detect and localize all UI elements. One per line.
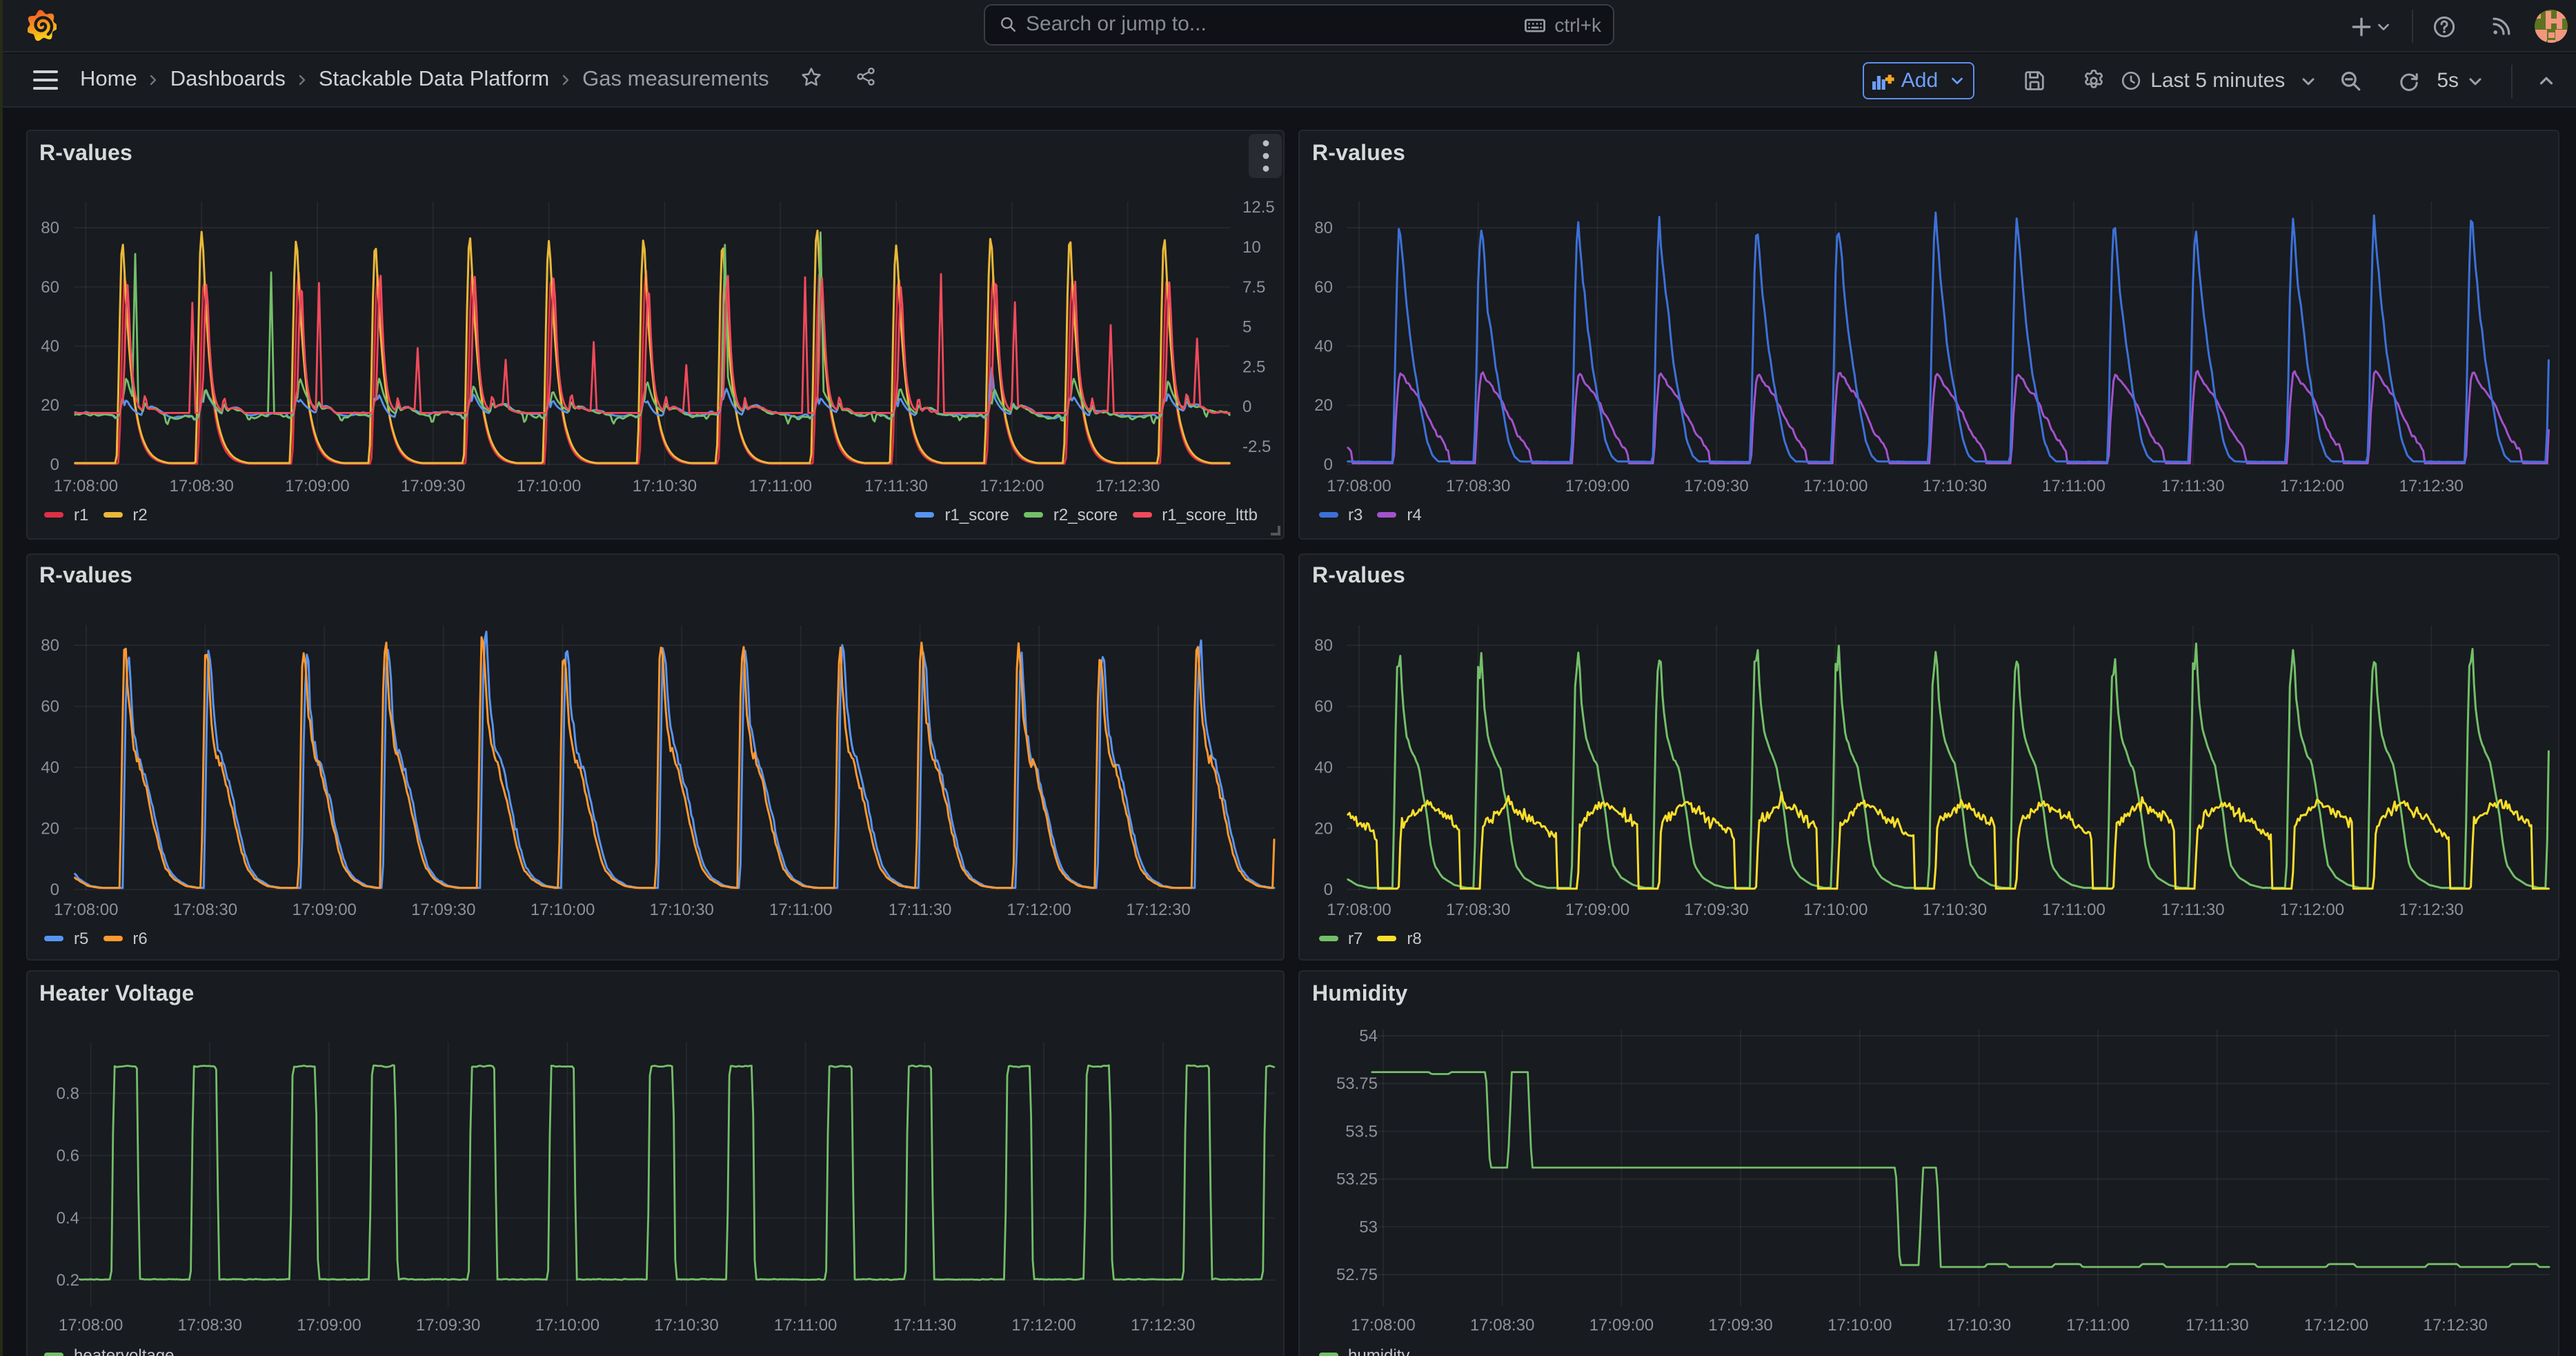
svg-text:0: 0 <box>1324 455 1333 474</box>
svg-text:80: 80 <box>40 636 59 654</box>
svg-text:60: 60 <box>40 697 59 716</box>
svg-text:0: 0 <box>50 880 59 898</box>
svg-text:17:10:00: 17:10:00 <box>530 900 594 918</box>
svg-text:17:08:00: 17:08:00 <box>1327 477 1391 495</box>
svg-text:17:11:00: 17:11:00 <box>748 477 811 495</box>
svg-text:17:12:00: 17:12:00 <box>1006 900 1070 918</box>
svg-text:17:12:30: 17:12:30 <box>1125 900 1189 918</box>
svg-text:0.6: 0.6 <box>56 1147 79 1166</box>
svg-text:17:08:30: 17:08:30 <box>172 900 237 918</box>
svg-text:40: 40 <box>1314 758 1333 776</box>
svg-text:20: 20 <box>1314 818 1333 837</box>
svg-text:2.5: 2.5 <box>1242 357 1265 376</box>
svg-text:17:09:30: 17:09:30 <box>400 477 464 495</box>
svg-text:17:10:30: 17:10:30 <box>1947 1316 2011 1335</box>
svg-text:52.75: 52.75 <box>1336 1266 1378 1284</box>
svg-text:17:08:00: 17:08:00 <box>1327 900 1391 918</box>
svg-text:80: 80 <box>1314 636 1333 654</box>
svg-text:10: 10 <box>1242 238 1260 257</box>
svg-text:60: 60 <box>40 278 59 297</box>
svg-text:17:11:00: 17:11:00 <box>2042 477 2106 495</box>
svg-text:17:12:00: 17:12:00 <box>979 477 1043 495</box>
svg-text:17:08:30: 17:08:30 <box>1446 477 1510 495</box>
svg-text:0.8: 0.8 <box>56 1084 79 1103</box>
svg-text:20: 20 <box>1314 396 1333 415</box>
svg-text:17:11:30: 17:11:30 <box>2186 1316 2249 1335</box>
svg-text:17:12:30: 17:12:30 <box>1130 1316 1194 1335</box>
svg-text:17:08:00: 17:08:00 <box>1351 1316 1415 1335</box>
svg-text:17:08:30: 17:08:30 <box>177 1316 241 1335</box>
svg-text:80: 80 <box>40 219 59 237</box>
svg-text:20: 20 <box>40 396 59 415</box>
svg-text:17:11:00: 17:11:00 <box>773 1316 837 1335</box>
svg-text:5: 5 <box>1242 318 1251 337</box>
svg-text:0: 0 <box>50 455 59 474</box>
svg-text:17:11:30: 17:11:30 <box>2161 900 2225 918</box>
svg-text:17:11:00: 17:11:00 <box>769 900 832 918</box>
svg-text:17:10:00: 17:10:00 <box>535 1316 599 1335</box>
svg-text:0.4: 0.4 <box>56 1209 79 1228</box>
svg-text:17:10:30: 17:10:30 <box>653 1316 717 1335</box>
svg-text:17:08:30: 17:08:30 <box>1446 900 1510 918</box>
svg-text:17:12:30: 17:12:30 <box>2399 900 2463 918</box>
svg-text:17:10:30: 17:10:30 <box>632 477 696 495</box>
svg-text:17:09:00: 17:09:00 <box>1565 900 1629 918</box>
svg-text:17:10:30: 17:10:30 <box>1923 477 1987 495</box>
svg-text:17:12:00: 17:12:00 <box>2280 900 2344 918</box>
svg-text:17:09:00: 17:09:00 <box>291 900 355 918</box>
svg-text:17:12:30: 17:12:30 <box>2423 1316 2487 1335</box>
svg-text:17:11:30: 17:11:30 <box>893 1316 956 1335</box>
svg-text:17:11:30: 17:11:30 <box>864 477 927 495</box>
svg-text:17:09:30: 17:09:30 <box>410 900 475 918</box>
svg-text:17:10:30: 17:10:30 <box>1923 900 1987 918</box>
svg-text:17:08:00: 17:08:00 <box>53 900 117 918</box>
svg-text:17:09:30: 17:09:30 <box>415 1316 479 1335</box>
svg-text:17:11:00: 17:11:00 <box>2042 900 2106 918</box>
svg-text:53.25: 53.25 <box>1336 1170 1378 1189</box>
svg-text:17:10:30: 17:10:30 <box>648 900 713 918</box>
svg-text:17:09:00: 17:09:00 <box>296 1316 360 1335</box>
svg-text:20: 20 <box>40 818 59 837</box>
svg-text:40: 40 <box>40 337 59 356</box>
svg-text:0: 0 <box>1324 880 1333 898</box>
svg-text:17:10:00: 17:10:00 <box>1803 477 1867 495</box>
svg-text:60: 60 <box>1314 697 1333 716</box>
svg-text:17:08:30: 17:08:30 <box>168 477 232 495</box>
svg-text:-2.5: -2.5 <box>1242 438 1270 456</box>
svg-text:17:12:00: 17:12:00 <box>2280 477 2344 495</box>
svg-text:53: 53 <box>1359 1218 1378 1237</box>
svg-text:53.5: 53.5 <box>1345 1122 1378 1141</box>
svg-text:17:10:00: 17:10:00 <box>1803 900 1867 918</box>
svg-text:0: 0 <box>1242 397 1251 416</box>
svg-text:60: 60 <box>1314 278 1333 297</box>
svg-text:17:10:00: 17:10:00 <box>1827 1316 1892 1335</box>
svg-text:17:09:30: 17:09:30 <box>1708 1316 1772 1335</box>
svg-text:80: 80 <box>1314 219 1333 237</box>
svg-text:17:12:30: 17:12:30 <box>2399 477 2463 495</box>
svg-text:17:11:00: 17:11:00 <box>2066 1316 2130 1335</box>
svg-text:17:09:00: 17:09:00 <box>1589 1316 1654 1335</box>
svg-text:17:09:00: 17:09:00 <box>1565 477 1629 495</box>
svg-text:17:08:00: 17:08:00 <box>58 1316 122 1335</box>
svg-text:7.5: 7.5 <box>1242 278 1265 297</box>
svg-text:40: 40 <box>1314 337 1333 356</box>
svg-text:17:12:00: 17:12:00 <box>1011 1316 1075 1335</box>
svg-text:17:11:30: 17:11:30 <box>888 900 951 918</box>
svg-text:17:08:00: 17:08:00 <box>53 477 117 495</box>
svg-text:17:09:00: 17:09:00 <box>284 477 348 495</box>
svg-text:54: 54 <box>1359 1027 1378 1045</box>
svg-text:17:09:30: 17:09:30 <box>1684 900 1748 918</box>
svg-text:0.2: 0.2 <box>56 1271 79 1290</box>
svg-text:12.5: 12.5 <box>1242 198 1274 217</box>
svg-text:17:11:30: 17:11:30 <box>2161 477 2225 495</box>
svg-text:17:09:30: 17:09:30 <box>1684 477 1748 495</box>
svg-text:40: 40 <box>40 758 59 776</box>
svg-text:17:12:30: 17:12:30 <box>1095 477 1159 495</box>
svg-text:53.75: 53.75 <box>1336 1074 1378 1093</box>
svg-text:17:10:00: 17:10:00 <box>516 477 580 495</box>
svg-text:17:08:30: 17:08:30 <box>1470 1316 1534 1335</box>
svg-text:17:12:00: 17:12:00 <box>2304 1316 2368 1335</box>
